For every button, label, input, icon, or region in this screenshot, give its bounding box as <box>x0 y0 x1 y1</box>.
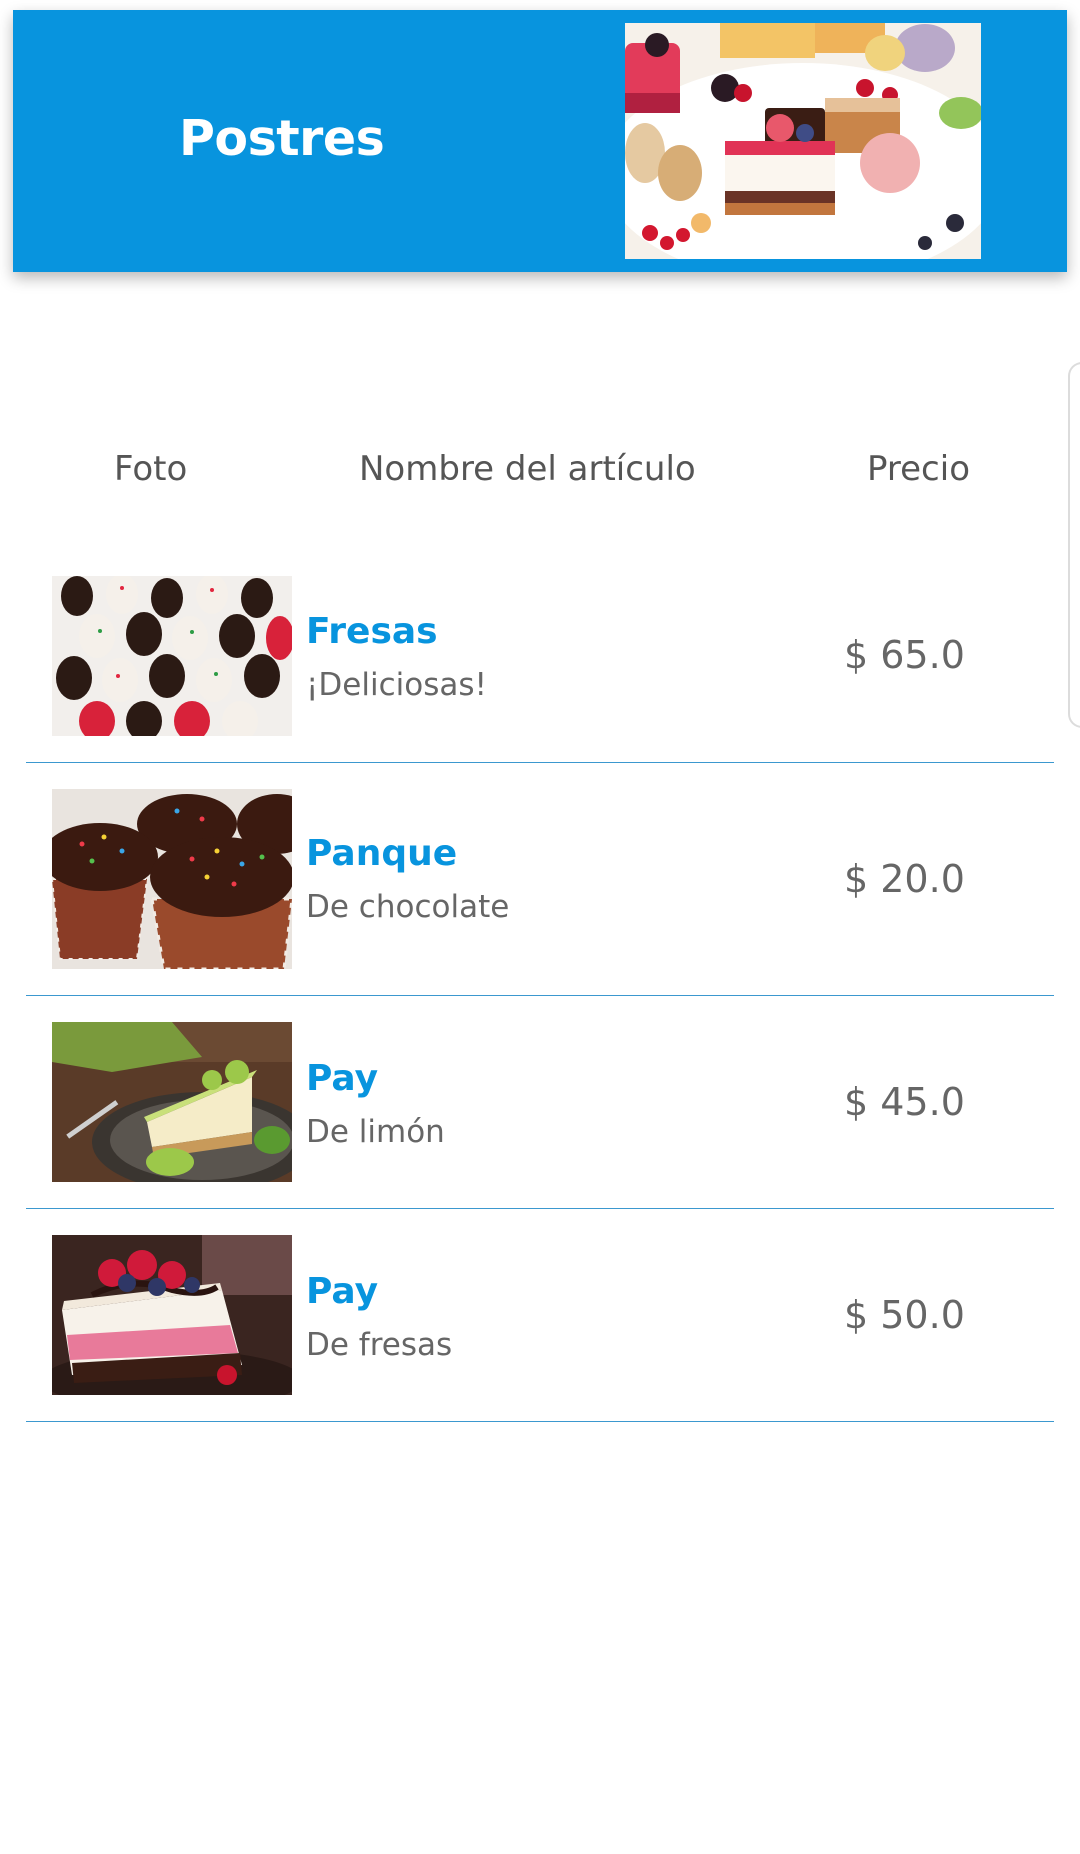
table-row[interactable]: Pay De limón $ 45.0 <box>26 997 1054 1209</box>
cheesecake-thumbnail <box>52 1235 292 1395</box>
column-header-nombre: Nombre del artículo <box>359 449 696 489</box>
item-name: Fresas <box>306 611 438 652</box>
column-header-foto: Foto <box>114 449 188 489</box>
cupcakes-thumbnail <box>52 789 292 969</box>
table-row[interactable]: Fresas ¡Deliciosas! $ 65.0 <box>26 550 1054 763</box>
lime-pie-thumbnail <box>52 1022 292 1182</box>
page-title: Postres <box>179 110 385 167</box>
edge-panel-handle[interactable] <box>1068 362 1080 728</box>
item-name: Pay <box>306 1058 379 1099</box>
item-price: $ 20.0 <box>844 857 965 901</box>
column-header-precio: Precio <box>867 449 970 489</box>
desserts-banner-image <box>625 23 981 259</box>
table-row[interactable]: Panque De chocolate $ 20.0 <box>26 764 1054 996</box>
item-name: Pay <box>306 1271 379 1312</box>
item-description: ¡Deliciosas! <box>306 667 487 703</box>
item-price: $ 50.0 <box>844 1293 965 1337</box>
item-price: $ 45.0 <box>844 1080 965 1124</box>
item-name: Panque <box>306 833 458 874</box>
header-banner: Postres <box>13 10 1067 272</box>
item-description: De chocolate <box>306 889 510 925</box>
strawberries-thumbnail <box>52 576 292 736</box>
item-description: De limón <box>306 1114 445 1150</box>
item-description: De fresas <box>306 1327 453 1363</box>
table-row[interactable]: Pay De fresas $ 50.0 <box>26 1210 1054 1422</box>
item-price: $ 65.0 <box>844 633 965 677</box>
